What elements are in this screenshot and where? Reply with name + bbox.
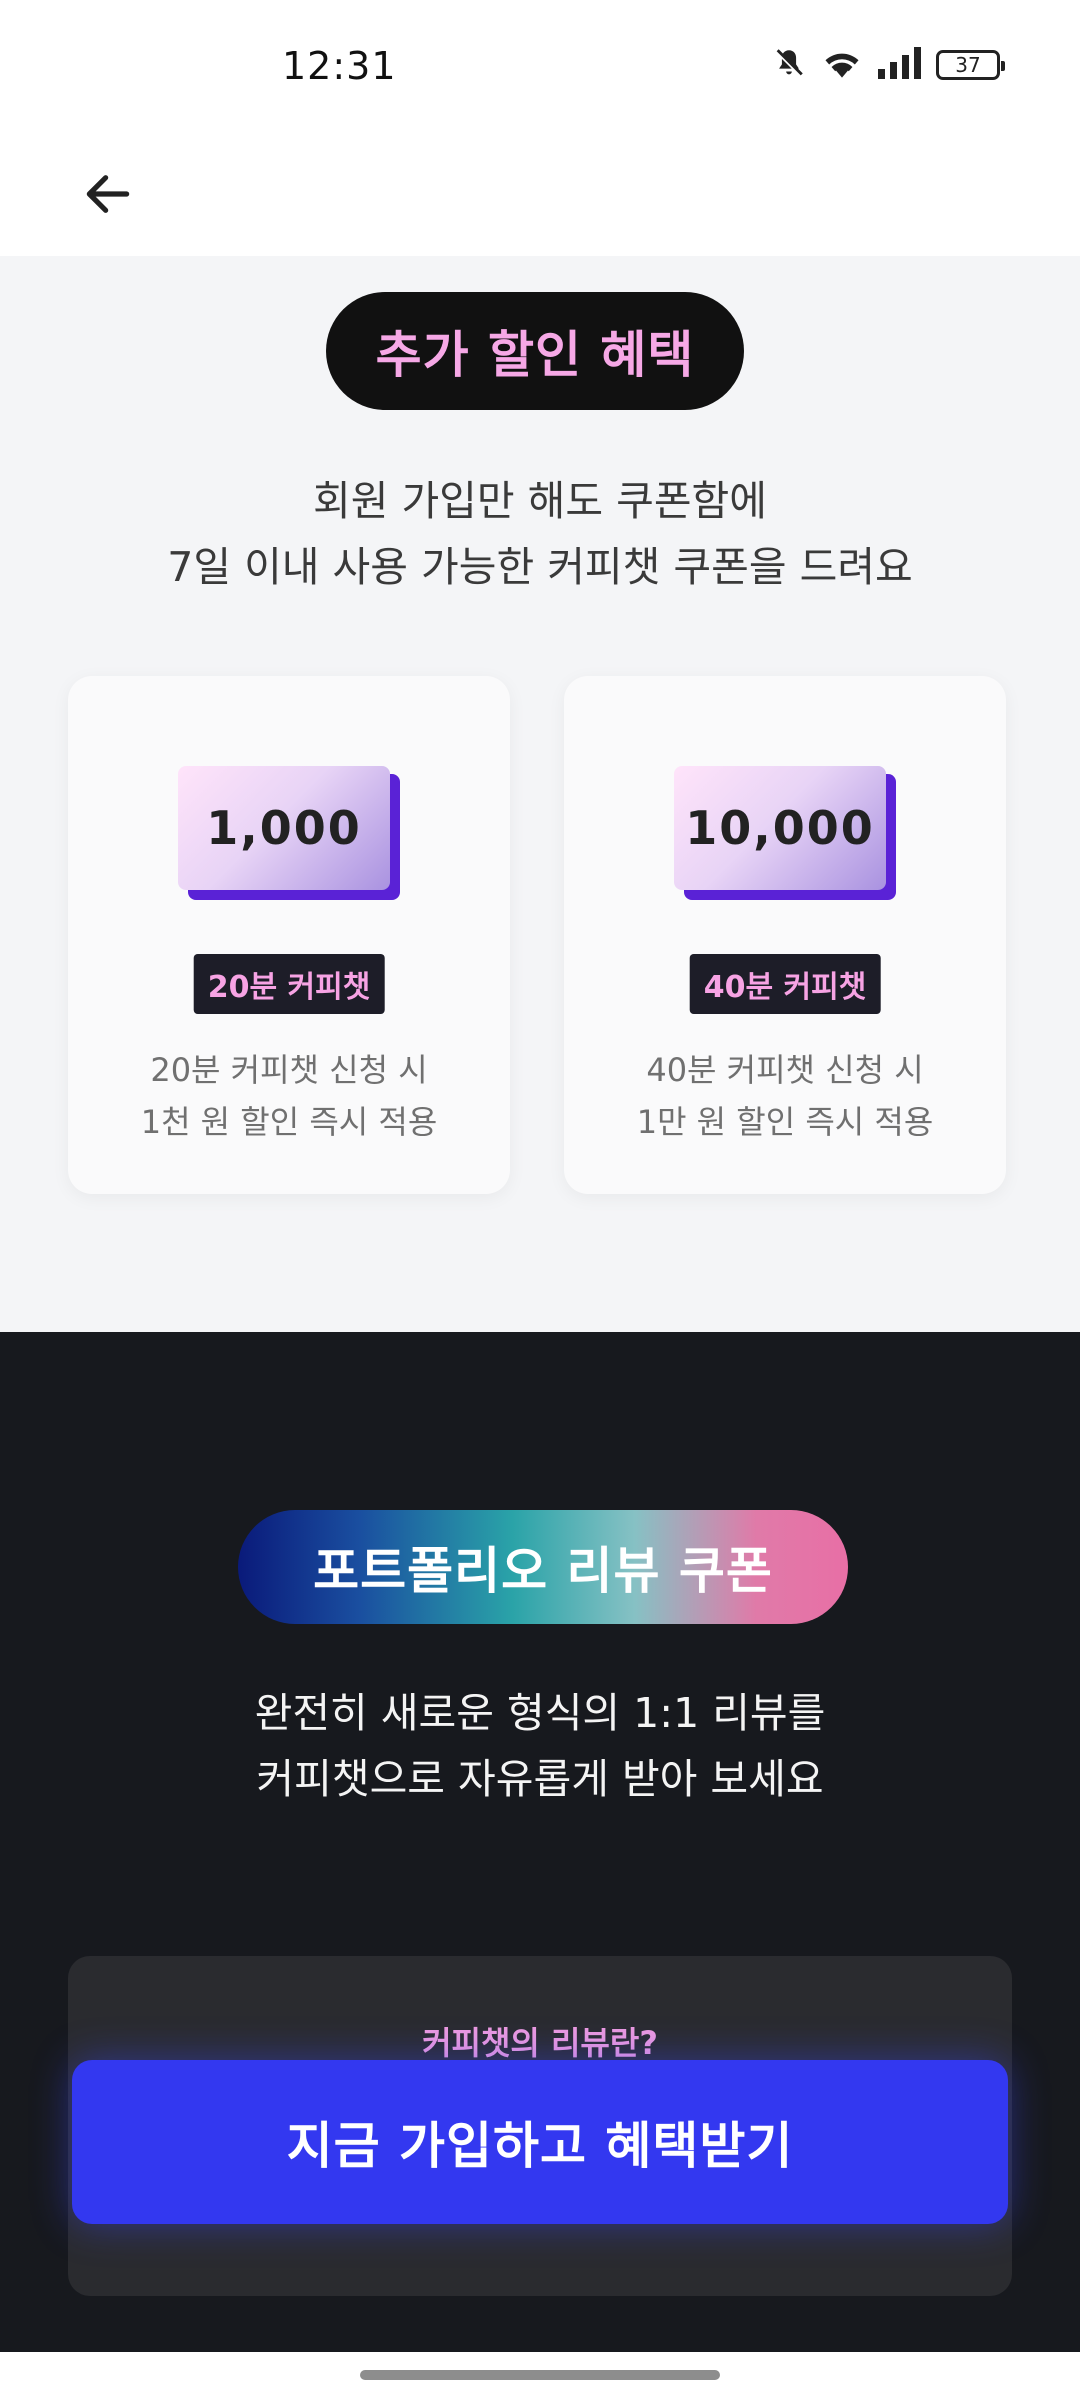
- portfolio-badge: 포트폴리오 리뷰 쿠폰: [238, 1510, 848, 1624]
- signup-benefit-label: 지금 가입하고 혜택받기: [286, 2117, 794, 2175]
- portfolio-description: 완전히 새로운 형식의 1:1 리뷰를 커피챗으로 자유롭게 받아 보세요: [0, 1680, 1080, 1812]
- status-icons: 37: [772, 46, 1005, 84]
- discount-desc-line1: 회원 가입만 해도 쿠폰함에: [312, 477, 768, 525]
- mute-icon: [772, 46, 806, 84]
- wifi-icon: [820, 46, 864, 84]
- discount-desc-line2: 7일 이내 사용 가능한 커피챗 쿠폰을 드려요: [167, 543, 913, 591]
- coupon-ticket: 10,000: [674, 766, 896, 900]
- status-time: 12:31: [282, 44, 397, 88]
- coupon-amount: 1,000: [206, 801, 362, 855]
- discount-badge: 추가 할인 혜택: [326, 292, 744, 410]
- discount-section: 추가 할인 혜택 회원 가입만 해도 쿠폰함에 7일 이내 사용 가능한 커피챗…: [0, 256, 1080, 1332]
- battery-icon: 37: [936, 50, 1005, 80]
- coupon-amount: 10,000: [685, 801, 875, 855]
- discount-description: 회원 가입만 해도 쿠폰함에 7일 이내 사용 가능한 커피챗 쿠폰을 드려요: [0, 468, 1080, 600]
- coupon-tag: 40분 커피챗: [689, 954, 881, 1014]
- gesture-bar-area: [0, 2352, 1080, 2400]
- coupon-desc-line1: 40분 커피챗 신청 시: [646, 1051, 924, 1089]
- review-title: 커피챗의 리뷰란?: [422, 2024, 658, 2062]
- coupon-description: 20분 커피챗 신청 시 1천 원 할인 즉시 적용: [68, 1044, 510, 1148]
- status-bar: 12:31 37: [0, 0, 1080, 130]
- back-button[interactable]: [68, 154, 148, 234]
- discount-badge-label: 추가 할인 혜택: [375, 326, 695, 384]
- coupon-desc-line2: 1천 원 할인 즉시 적용: [140, 1103, 438, 1141]
- coupon-card-40min: 10,000 40분 커피챗 40분 커피챗 신청 시 1만 원 할인 즉시 적…: [564, 676, 1006, 1194]
- signup-benefit-button[interactable]: 지금 가입하고 혜택받기: [72, 2060, 1008, 2224]
- portfolio-desc-line1: 완전히 새로운 형식의 1:1 리뷰를: [254, 1689, 826, 1737]
- coupon-description: 40분 커피챗 신청 시 1만 원 할인 즉시 적용: [564, 1044, 1006, 1148]
- coupon-ticket: 1,000: [178, 766, 400, 900]
- signal-icon: [878, 47, 922, 83]
- coupon-desc-line2: 1만 원 할인 즉시 적용: [636, 1103, 934, 1141]
- coupon-card-20min: 1,000 20분 커피챗 20분 커피챗 신청 시 1천 원 할인 즉시 적용: [68, 676, 510, 1194]
- coupon-tag: 20분 커피챗: [193, 954, 385, 1014]
- portfolio-desc-line2: 커피챗으로 자유롭게 받아 보세요: [256, 1755, 824, 1803]
- battery-level: 37: [955, 53, 981, 77]
- coupon-tag-label: 20분 커피챗: [207, 970, 371, 1005]
- coupon-tag-label: 40분 커피챗: [703, 970, 867, 1005]
- top-navigation: [0, 130, 1080, 256]
- home-indicator[interactable]: [360, 2370, 720, 2380]
- coupon-desc-line1: 20분 커피챗 신청 시: [150, 1051, 428, 1089]
- arrow-left-icon: [86, 175, 130, 213]
- portfolio-badge-label: 포트폴리오 리뷰 쿠폰: [313, 1542, 773, 1600]
